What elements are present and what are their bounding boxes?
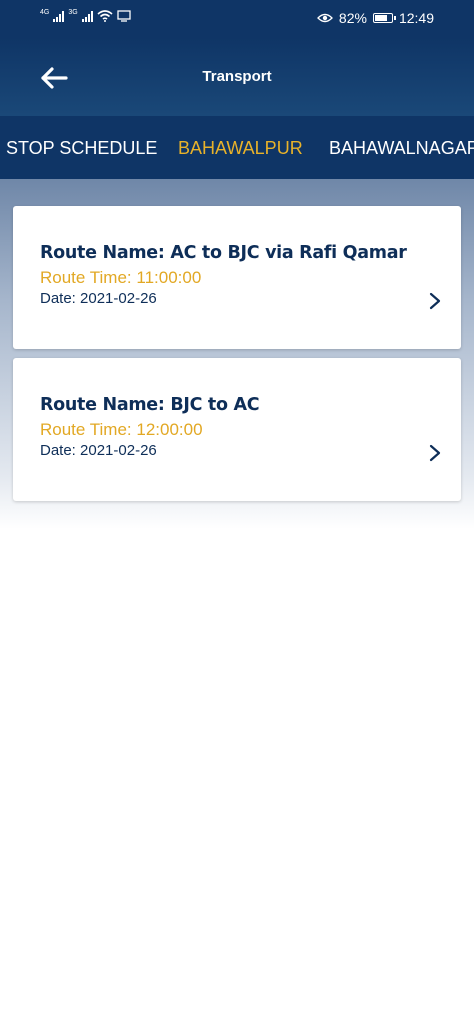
- chevron-right-icon: [429, 444, 441, 462]
- app-bar: Transport: [0, 38, 474, 116]
- screen: 4G 3G 82% 12:49 Transport STOP SCHEDULE …: [0, 0, 474, 1027]
- status-bar: 4G 3G 82% 12:49: [0, 0, 474, 38]
- status-time: 12:49: [398, 10, 434, 26]
- status-right: 82% 12:49: [317, 10, 434, 26]
- network-type-2: 3G: [68, 8, 78, 16]
- signal-icon-2: [81, 10, 93, 22]
- tab-stop-schedule[interactable]: STOP SCHEDULE: [6, 138, 157, 159]
- signal-icon: [53, 10, 65, 22]
- route-date: Date: 2021-02-26: [40, 290, 157, 307]
- tab-bahawalnagar[interactable]: BAHAWALNAGAR: [329, 138, 474, 159]
- status-left: 4G 3G: [40, 8, 131, 22]
- route-date: Date: 2021-02-26: [40, 442, 157, 459]
- route-name: Route Name: BJC to AC: [40, 395, 260, 415]
- route-card[interactable]: Route Name: BJC to AC Route Time: 12:00:…: [13, 358, 461, 501]
- tab-bahawalpur[interactable]: BAHAWALPUR: [178, 138, 303, 159]
- battery-percent: 82%: [338, 10, 367, 26]
- battery-fill: [374, 15, 388, 21]
- network-type-1: 4G: [40, 8, 50, 16]
- route-card[interactable]: Route Name: AC to BJC via Rafi Qamar Rou…: [13, 206, 461, 349]
- battery-icon: [372, 13, 396, 23]
- screen-cast-icon: [117, 10, 131, 22]
- route-time: Route Time: 11:00:00: [40, 268, 202, 287]
- wifi-icon: [97, 10, 113, 22]
- tab-bar: STOP SCHEDULE BAHAWALPUR BAHAWALNAGAR: [0, 116, 474, 179]
- route-name: Route Name: AC to BJC via Rafi Qamar: [40, 243, 407, 263]
- page-title: Transport: [202, 68, 272, 85]
- chevron-right-icon: [429, 292, 441, 310]
- eye-comfort-icon: [317, 13, 333, 23]
- route-time: Route Time: 12:00:00: [40, 420, 203, 439]
